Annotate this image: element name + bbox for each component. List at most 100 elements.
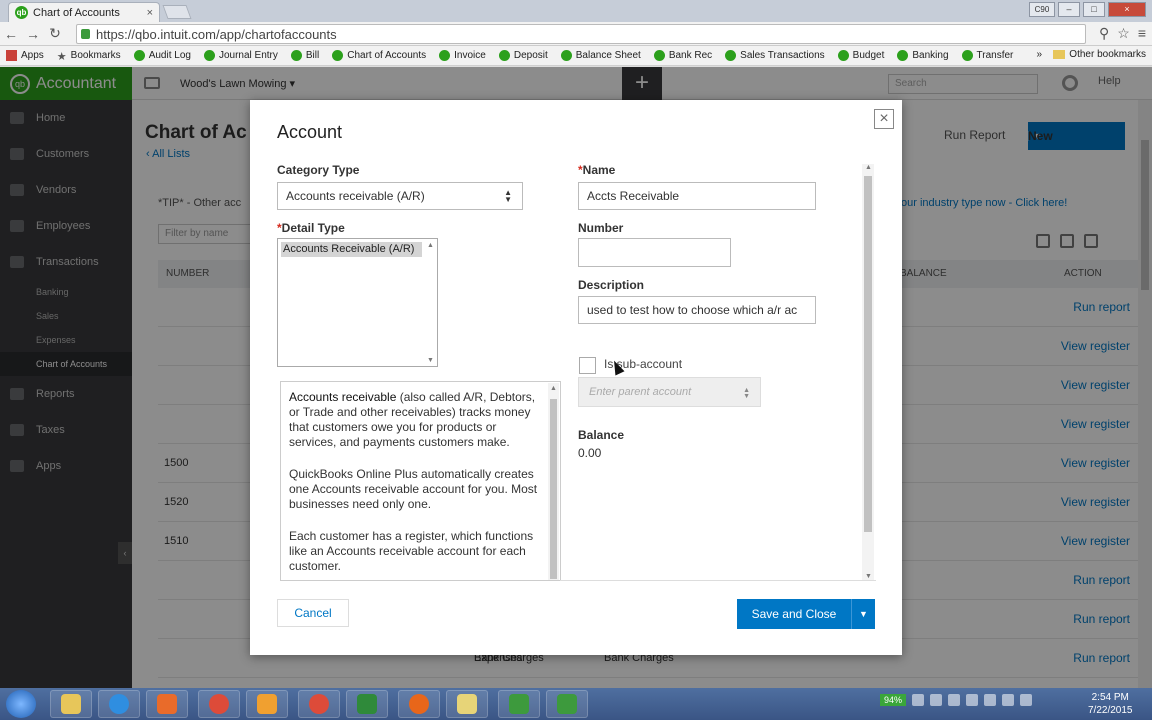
qb-icon [560,50,572,61]
url-text: https://qbo.intuit.com/app/chartofaccoun… [96,26,337,42]
firefox-icon [409,694,429,714]
bookmark-sales-transactions[interactable]: Sales Transactions [725,50,825,61]
outlook-taskbar-button[interactable] [246,690,288,718]
number-field[interactable] [578,238,731,267]
camtasia-2-taskbar-button[interactable] [546,690,588,718]
divider [560,580,876,581]
parent-account-select[interactable]: Enter parent account ▲ ▼ [578,377,761,407]
close-icon[interactable]: × [874,109,894,129]
ie-taskbar-button[interactable] [98,690,140,718]
battery-indicator[interactable]: 94% [880,694,907,706]
detail-type-list[interactable]: Accounts Receivable (A/R) ▲ ▼ [277,238,438,367]
folder-icon [457,694,477,714]
new-tab-button[interactable] [162,5,192,19]
firefox-taskbar-button[interactable] [398,690,440,718]
star-icon: ★ [56,51,67,63]
browser-tabstrip: qb Chart of Accounts × C90 – □ × [0,0,1152,22]
subaccount-checkbox[interactable] [579,357,596,374]
qb-icon [961,50,973,61]
bookmarks-bar: Apps ★ Bookmarks Audit Log Journal Entry … [0,46,1152,66]
qb-favicon-icon: qb [15,6,28,19]
folder-taskbar-button[interactable] [446,690,488,718]
bookmark-balance-sheet[interactable]: Balance Sheet [560,50,641,61]
zoom-icon[interactable]: ⚲ [1099,25,1109,42]
browser-tab[interactable]: qb Chart of Accounts × [8,2,160,22]
chevron-down-icon[interactable]: ▼ [851,599,875,629]
detail-type-label: *Detail Type [277,221,345,235]
qb-icon [439,50,451,61]
window-close-button[interactable]: × [1108,2,1146,17]
tab-close-icon[interactable]: × [147,7,153,19]
chrome-taskbar-button[interactable] [198,690,240,718]
reload-icon[interactable]: ↻ [44,25,66,42]
excel-taskbar-button[interactable] [346,690,388,718]
camtasia-icon [557,694,577,714]
sort-arrows-icon: ▲ ▼ [743,387,750,400]
cancel-button[interactable]: Cancel [277,599,349,627]
name-field[interactable]: Accts Receivable [578,182,816,210]
maximize-button[interactable]: □ [1083,2,1105,17]
bookmark-bill[interactable]: Bill [290,50,319,61]
address-bar[interactable]: https://qbo.intuit.com/app/chartofaccoun… [76,24,1086,44]
tray-icon[interactable] [930,694,943,706]
network-icon[interactable] [1002,694,1015,706]
folder-icon [1053,50,1066,59]
qb-icon [653,50,665,61]
description-scrollbar[interactable]: ▲ [548,383,559,580]
explorer-taskbar-button[interactable] [50,690,92,718]
description-field[interactable]: used to test how to choose which a/r ac [578,296,816,324]
category-type-select[interactable]: Accounts receivable (A/R) ▲ ▼ [277,182,523,210]
camtasia-taskbar-button[interactable] [498,690,540,718]
start-button[interactable] [6,690,36,718]
tray-icon[interactable] [966,694,979,706]
bookmark-star-icon[interactable]: ☆ [1117,25,1130,42]
back-icon[interactable]: ← [0,26,22,42]
media-icon [157,694,177,714]
qb-icon [133,50,145,61]
save-and-close-button[interactable]: Save and Close ▼ [737,599,875,629]
bookmark-invoice[interactable]: Invoice [439,50,486,61]
bookmark-transfer[interactable]: Transfer [961,50,1013,61]
description-paragraph: QuickBooks Online Plus automatically cre… [289,467,538,511]
media-taskbar-button[interactable] [146,690,188,718]
other-bookmarks[interactable]: Other bookmarks [1053,49,1146,60]
tray-icon[interactable] [912,694,925,706]
description-paragraph: Each customer has a register, which func… [289,529,534,573]
bookmark-audit-log[interactable]: Audit Log [133,50,191,61]
description-paragraph: Accounts receivable (also called A/R, De… [289,390,536,449]
qb-icon [897,50,909,61]
qb-icon [498,50,510,61]
volume-icon[interactable] [1020,694,1033,706]
bookmark-apps[interactable]: Apps [6,50,44,61]
chrome-icon [309,694,329,714]
profile-button[interactable]: C90 [1029,2,1055,17]
tray-icon[interactable] [984,694,997,706]
bookmark-bookmarks[interactable]: ★ Bookmarks [56,50,121,63]
listbox-scrollbar[interactable]: ▲ ▼ [426,240,436,365]
dialog-scrollbar[interactable]: ▲ ▼ [862,164,874,580]
tray-icon[interactable] [948,694,961,706]
bookmarks-overflow-button[interactable]: » [1036,49,1042,60]
detail-type-option[interactable]: Accounts Receivable (A/R) [281,242,422,257]
ie-icon [109,694,129,714]
bookmark-deposit[interactable]: Deposit [498,50,548,61]
bookmark-chart-of-accounts[interactable]: Chart of Accounts [332,50,426,61]
bookmark-budget[interactable]: Budget [837,50,884,61]
menu-icon[interactable]: ≡ [1138,25,1146,42]
browser-toolbar: ← → ↻ https://qbo.intuit.com/app/chartof… [0,22,1152,46]
bookmark-bank-rec[interactable]: Bank Rec [653,50,712,61]
account-dialog: Account × Category Type Accounts receiva… [250,100,902,655]
taskbar-clock[interactable]: 2:54 PM 7/22/2015 [1088,691,1133,717]
taskbar: 94% 2:54 PM 7/22/2015 [0,688,1152,720]
bookmark-journal-entry[interactable]: Journal Entry [203,50,278,61]
description-text: Accounts receivable (also called A/R, De… [289,390,547,580]
bookmark-banking[interactable]: Banking [897,50,949,61]
category-type-label: Category Type [277,163,360,177]
forward-icon[interactable]: → [22,26,44,42]
description-label: Description [578,278,645,292]
chrome-icon [209,694,229,714]
system-tray: 94% [880,694,1033,706]
chrome-2-taskbar-button[interactable] [298,690,340,718]
minimize-button[interactable]: – [1058,2,1080,17]
qb-icon [290,50,302,61]
